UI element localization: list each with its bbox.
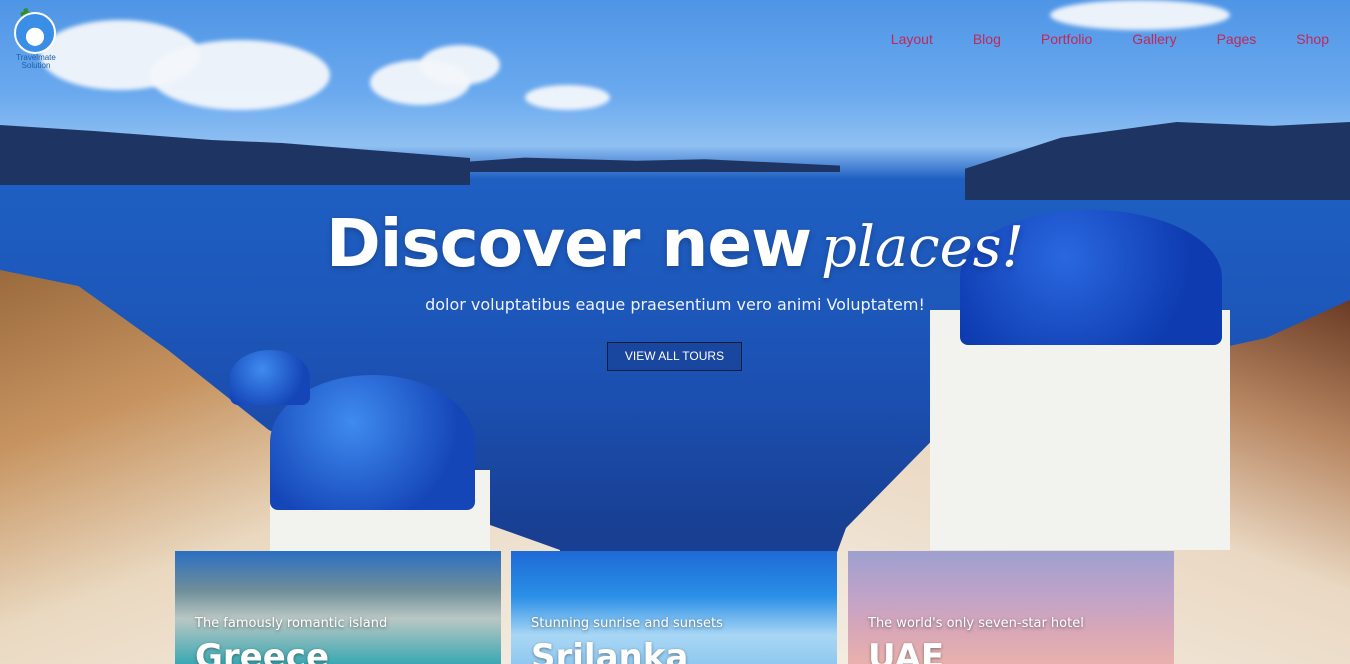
hero-headline: Discover new places!: [0, 205, 1350, 282]
cloud-decoration: [420, 45, 500, 85]
cloud-decoration: [150, 40, 330, 110]
dome-small: [230, 350, 310, 405]
tour-card-greece[interactable]: The famously romantic island Greece: [175, 551, 501, 664]
nav-item-pages[interactable]: Pages: [1217, 31, 1257, 47]
hero-subtitle: dolor voluptatibus eaque praesentium ver…: [425, 295, 925, 314]
tour-card-uae[interactable]: The world's only seven-star hotel UAE: [848, 551, 1174, 664]
hero-title-script: places!: [821, 215, 1025, 280]
tour-cards: The famously romantic island Greece Stun…: [175, 551, 1175, 664]
cloud-decoration: [525, 85, 610, 110]
tour-card-subtitle: Stunning sunrise and sunsets: [531, 616, 723, 631]
nav-item-portfolio[interactable]: Portfolio: [1041, 31, 1092, 47]
nav-item-blog[interactable]: Blog: [973, 31, 1001, 47]
tour-card-title: Srilanka: [531, 637, 689, 664]
nav-item-shop[interactable]: Shop: [1296, 31, 1329, 47]
view-all-tours-button[interactable]: VIEW ALL TOURS: [607, 342, 742, 371]
main-nav: Layout Blog Portfolio Gallery Pages Shop: [851, 31, 1329, 47]
mountain-left: [0, 125, 470, 185]
tour-card-subtitle: The world's only seven-star hotel: [868, 616, 1084, 631]
hero-title: Discover new: [325, 205, 812, 282]
tour-card-subtitle: The famously romantic island: [195, 616, 388, 631]
mountain-right: [965, 122, 1350, 200]
nav-item-gallery[interactable]: Gallery: [1132, 31, 1176, 47]
church-right: [930, 310, 1230, 550]
nav-item-layout[interactable]: Layout: [891, 31, 933, 47]
tour-card-title: UAE: [868, 637, 945, 664]
brand-logo-text: Travelmate Solution: [16, 53, 56, 70]
tour-card-srilanka[interactable]: Stunning sunrise and sunsets Srilanka: [511, 551, 837, 664]
globe-icon: [14, 12, 56, 54]
brand-logo[interactable]: ♣ Travelmate Solution: [12, 4, 60, 74]
tour-card-title: Greece: [195, 637, 330, 664]
cloud-decoration: [1050, 0, 1230, 30]
